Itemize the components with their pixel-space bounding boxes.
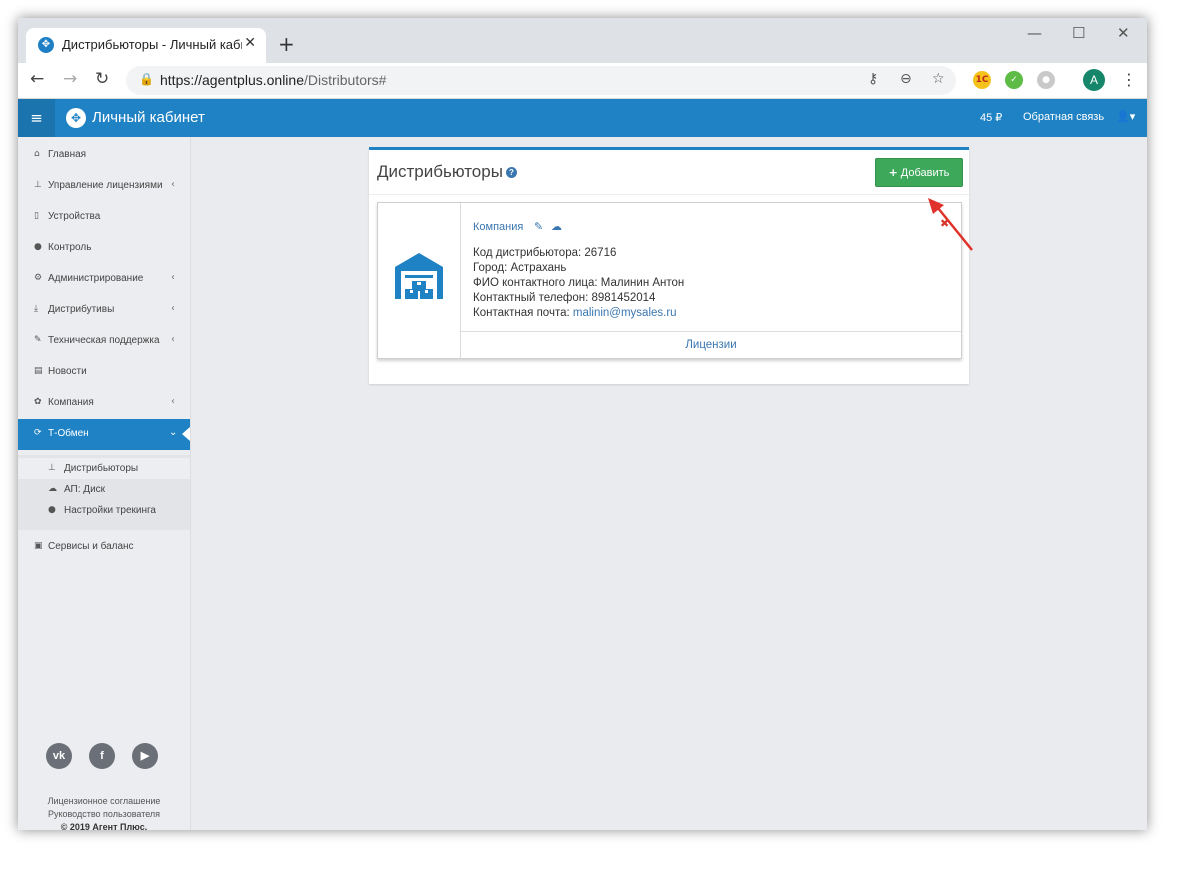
ext-shield-icon[interactable]: ✓ <box>1005 71 1023 89</box>
download-icon: ⤓ <box>34 304 38 314</box>
email-link[interactable]: malinin@mysales.ru <box>573 307 677 319</box>
sidebar-item-devices[interactable]: ▯ Устройства <box>18 202 190 232</box>
browser-window: ✥ Дистрибьюторы - Личный кабинет ✕ + — ☐… <box>18 18 1147 830</box>
tab-close-icon[interactable]: ✕ <box>244 35 256 51</box>
panel-divider <box>369 194 969 195</box>
sidebar-item-control[interactable]: ● Контроль <box>18 233 190 263</box>
distributor-city: Город: Астрахань <box>473 262 567 274</box>
youtube-icon[interactable]: ▶ <box>132 743 158 769</box>
bookmark-star-icon[interactable]: ☆ <box>932 71 945 87</box>
globe-icon: ● <box>48 505 56 515</box>
profile-avatar[interactable]: A <box>1083 69 1105 91</box>
card-body: Компания ✎ ☁ ✖ Код дистрибьютора: 26716 … <box>461 203 961 358</box>
address-bar[interactable]: 🔒 https://agentplus.online/Distributors#… <box>126 66 956 95</box>
warehouse-icon <box>395 253 443 299</box>
distributor-phone: Контактный телефон: 8981452014 <box>473 292 656 304</box>
back-icon[interactable]: ← <box>30 69 44 89</box>
sitemap-icon: ⊥ <box>34 180 42 190</box>
active-indicator <box>182 427 190 441</box>
site-favicon-icon: ✥ <box>38 37 54 53</box>
zoom-out-icon[interactable]: ⊖ <box>900 71 912 87</box>
app-title[interactable]: Личный кабинет <box>92 109 205 126</box>
edit-pencil-icon[interactable]: ✎ <box>534 220 543 233</box>
cloud-icon: ☁ <box>48 484 57 494</box>
forward-icon[interactable]: → <box>63 69 77 89</box>
copyright-text: © 2019 Агент Плюс. <box>60 822 148 830</box>
ext-circle-icon[interactable]: ● <box>1037 71 1055 89</box>
wrench-icon: ✎ <box>34 335 42 345</box>
license-agreement-link[interactable]: Лицензионное соглашение <box>18 796 190 806</box>
browser-toolbar: ← → ↻ 🔒 https://agentplus.online/Distrib… <box>18 63 1147 99</box>
main-content: Дистрибьюторы? + Добавить Компания ✎ ☁ ✖… <box>191 137 1147 830</box>
sidebar-item-t-exchange[interactable]: ⟳ Т-Обмен ⌄ <box>18 419 190 450</box>
user-guide-link[interactable]: Руководство пользователя <box>18 809 190 819</box>
distributor-email: Контактная почта: malinin@mysales.ru <box>473 307 677 319</box>
chevron-left-icon: ‹ <box>171 272 175 283</box>
key-icon[interactable]: ⚷ <box>868 71 878 87</box>
add-distributor-button[interactable]: + Добавить <box>875 158 963 187</box>
url-text: https://agentplus.online/Distributors# <box>160 72 387 88</box>
newspaper-icon: ▤ <box>34 366 43 376</box>
mobile-icon: ▯ <box>34 211 39 221</box>
money-icon: ▣ <box>34 541 43 551</box>
sidebar-subitem-disk[interactable]: ☁ АП: Диск <box>18 479 190 500</box>
sidebar-item-licenses[interactable]: ⊥ Управление лицензиями ‹ <box>18 171 190 201</box>
refresh-icon: ⟳ <box>34 428 42 438</box>
gear-icon: ✿ <box>34 397 42 407</box>
home-icon: ⌂ <box>34 149 40 159</box>
sidebar-item-admin[interactable]: ⚙ Администрирование ‹ <box>18 264 190 294</box>
sidebar-subitem-distributors[interactable]: ⊥ Дистрибьюторы <box>18 458 190 479</box>
sidebar-item-support[interactable]: ✎ Техническая поддержка ‹ <box>18 326 190 356</box>
sidebar: ⌂ Главная ⊥ Управление лицензиями ‹ ▯ Ус… <box>18 137 191 830</box>
sidebar-item-distributives[interactable]: ⤓ Дистрибутивы ‹ <box>18 295 190 325</box>
app-header: ≡ ✥ Личный кабинет 45 ₽ Обратная связь 👤… <box>18 99 1147 137</box>
window-close-icon[interactable]: ✕ <box>1117 24 1130 42</box>
licenses-link[interactable]: Лицензии <box>461 331 961 359</box>
chevron-left-icon: ‹ <box>171 396 175 407</box>
help-icon[interactable]: ? <box>505 167 517 179</box>
feedback-link[interactable]: Обратная связь <box>1023 111 1104 123</box>
card-icon-box <box>378 203 461 358</box>
sidebar-subitem-tracking[interactable]: ● Настройки трекинга <box>18 500 190 521</box>
tab-title: Дистрибьюторы - Личный кабинет <box>62 37 242 52</box>
sidebar-item-company[interactable]: ✿ Компания ‹ <box>18 388 190 418</box>
tab-strip: ✥ Дистрибьюторы - Личный кабинет ✕ + — ☐… <box>18 18 1147 63</box>
chevron-down-icon: ⌄ <box>169 427 178 438</box>
chevron-left-icon: ‹ <box>171 303 175 314</box>
sitemap-icon: ⊥ <box>48 463 56 473</box>
app-logo-icon: ✥ <box>66 108 86 128</box>
sidebar-item-home[interactable]: ⌂ Главная <box>18 140 190 170</box>
browser-menu-icon[interactable]: ⋮ <box>1121 70 1137 89</box>
lock-icon: 🔒 <box>139 72 154 86</box>
gears-icon: ⚙ <box>34 273 43 283</box>
chevron-left-icon: ‹ <box>171 179 175 190</box>
minimize-icon[interactable]: — <box>1027 24 1042 42</box>
browser-tab[interactable]: ✥ Дистрибьюторы - Личный кабинет ✕ <box>26 28 266 63</box>
globe-icon: ● <box>34 242 42 252</box>
facebook-icon[interactable]: f <box>89 743 115 769</box>
cloud-download-icon[interactable]: ☁ <box>551 220 562 233</box>
maximize-icon[interactable]: ☐ <box>1072 24 1085 42</box>
hamburger-menu-icon[interactable]: ≡ <box>18 99 55 137</box>
sidebar-item-services[interactable]: ▣ Сервисы и баланс <box>18 532 190 562</box>
sidebar-item-news[interactable]: ▤ Новости <box>18 357 190 387</box>
user-menu-icon[interactable]: 👤▾ <box>1116 110 1135 123</box>
reload-icon[interactable]: ↻ <box>95 69 109 89</box>
vk-icon[interactable]: vk <box>46 743 72 769</box>
chevron-left-icon: ‹ <box>171 334 175 345</box>
distributor-card: Компания ✎ ☁ ✖ Код дистрибьютора: 26716 … <box>377 202 962 359</box>
ext-1c-icon[interactable]: 1С <box>973 71 991 89</box>
t-exchange-submenu: ⊥ Дистрибьюторы ☁ АП: Диск ● Настройки т… <box>18 455 190 530</box>
distributors-panel: Дистрибьюторы? + Добавить Компания ✎ ☁ ✖… <box>369 147 969 384</box>
distributor-contact: ФИО контактного лица: Малинин Антон <box>473 277 685 289</box>
balance-link[interactable]: 45 ₽ <box>980 111 1002 124</box>
plus-icon: + <box>888 166 898 179</box>
delete-icon[interactable]: ✖ <box>940 217 949 230</box>
page-title: Дистрибьюторы? <box>377 162 517 182</box>
new-tab-icon[interactable]: + <box>278 32 295 56</box>
company-link[interactable]: Компания <box>473 221 523 233</box>
distributor-code: Код дистрибьютора: 26716 <box>473 247 617 259</box>
